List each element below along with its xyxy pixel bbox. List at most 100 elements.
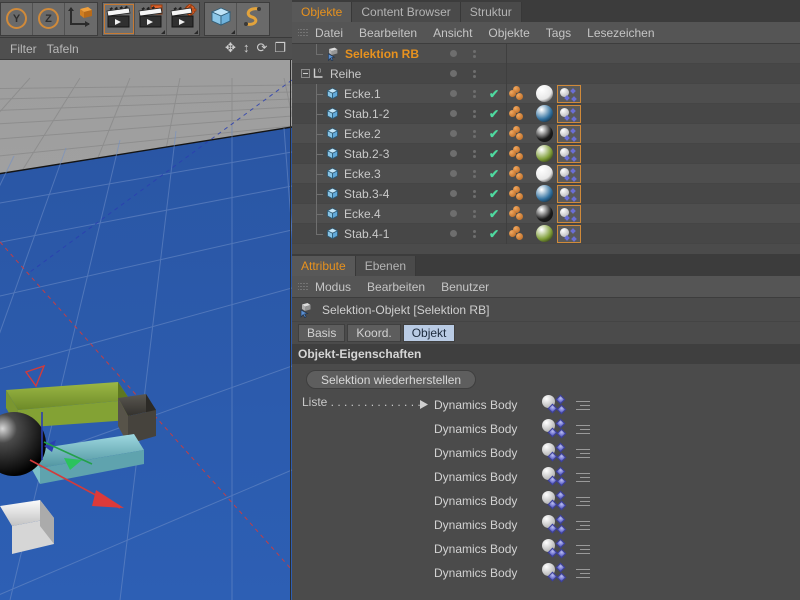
dynamics-body-list[interactable]: Dynamics Body Dynamics Body Dynamics Body D…: [434, 393, 800, 585]
subtab-basis[interactable]: Basis: [298, 324, 346, 342]
dynamics-body-tag-icon[interactable]: [557, 144, 581, 163]
dynamics-body-item-1[interactable]: Dynamics Body: [434, 393, 800, 417]
menu-bearbeiten[interactable]: Bearbeiten: [359, 26, 417, 40]
dynamics-body-tag-icon[interactable]: [557, 164, 581, 183]
tab-ebenen[interactable]: Ebenen: [355, 256, 417, 276]
menu-ansicht[interactable]: Ansicht: [433, 26, 472, 40]
object-manager-tree[interactable]: Selektion RB 0 Reihe Ecke.1 ✔ Stab.1-2 ✔ Ec…: [292, 44, 800, 250]
render-dot[interactable]: [472, 174, 476, 178]
render-dot[interactable]: [472, 209, 476, 213]
menu-modus[interactable]: Modus: [315, 280, 351, 294]
material-sphere-icon[interactable]: [535, 105, 553, 122]
menu-tags[interactable]: Tags: [546, 26, 571, 40]
dynamics-body-item-6[interactable]: Dynamics Body: [434, 513, 800, 537]
material-sphere-icon[interactable]: [535, 205, 553, 222]
material-sphere-icon[interactable]: [535, 85, 553, 102]
object-name-cell[interactable]: Selektion RB: [292, 44, 440, 64]
selected-tag-cell[interactable]: [557, 184, 581, 203]
axis-z-button[interactable]: Z: [33, 2, 65, 35]
object-name-cell[interactable]: Ecke.1: [292, 83, 440, 104]
dynamics-body-tag-icon[interactable]: [557, 224, 581, 243]
enable-check-cell[interactable]: ✔: [482, 107, 506, 121]
dynamics-tag-icon[interactable]: [509, 165, 529, 183]
object-row-stab-2-3[interactable]: Stab.2-3 ✔: [292, 143, 800, 164]
dynamics-body-tag-icon[interactable]: [542, 538, 572, 560]
enable-check-cell[interactable]: ✔: [482, 187, 506, 201]
selected-tag-cell[interactable]: [557, 124, 581, 143]
dynamics-body-tag-icon[interactable]: [557, 204, 581, 223]
material-tag-cell[interactable]: [531, 105, 557, 122]
cube-primitive-button[interactable]: [205, 2, 237, 35]
dropdown-corner-icon[interactable]: [194, 29, 198, 34]
selected-tag-cell[interactable]: [557, 84, 581, 103]
material-tag-cell[interactable]: [531, 85, 557, 102]
visibility-dot[interactable]: [449, 210, 457, 217]
render-dot[interactable]: [472, 214, 476, 218]
render-view-button[interactable]: [103, 2, 135, 35]
expand-collapse-icon[interactable]: [301, 68, 310, 78]
dynamics-body-item-8[interactable]: Dynamics Body: [434, 561, 800, 585]
visibility-dots[interactable]: [440, 190, 466, 197]
coordinate-system-button[interactable]: [65, 3, 97, 35]
object-name-cell[interactable]: Stab.2-3: [292, 143, 440, 164]
enable-check-cell[interactable]: ✔: [482, 127, 506, 141]
spline-tool-button[interactable]: [237, 3, 269, 35]
list-lines-icon[interactable]: [572, 398, 590, 412]
subtab-koord[interactable]: Koord.: [347, 324, 401, 342]
selected-tag-cell[interactable]: [557, 224, 581, 243]
material-sphere-icon[interactable]: [535, 185, 553, 202]
render-dots[interactable]: [466, 69, 482, 78]
visibility-dot[interactable]: [449, 190, 457, 197]
menu-bearbeiten-attr[interactable]: Bearbeiten: [367, 280, 425, 294]
dynamics-tag-cell[interactable]: [507, 145, 531, 163]
tab-content-browser[interactable]: Content Browser: [352, 2, 461, 22]
object-name-cell[interactable]: Stab.3-4: [292, 183, 440, 204]
enable-check-cell[interactable]: ✔: [482, 87, 506, 101]
maximize-viewport-icon[interactable]: ❐: [274, 41, 286, 55]
object-name-cell[interactable]: Stab.1-2: [292, 103, 440, 124]
object-name-cell[interactable]: Ecke.4: [292, 203, 440, 224]
object-name-cell[interactable]: Stab.4-1: [292, 223, 440, 244]
render-settings-button[interactable]: [167, 3, 199, 35]
visibility-dots[interactable]: [440, 90, 466, 97]
list-lines-icon[interactable]: [572, 518, 590, 532]
enabled-check-icon[interactable]: ✔: [489, 87, 499, 101]
render-dot[interactable]: [472, 194, 476, 198]
render-dot[interactable]: [472, 89, 476, 93]
selected-tag-cell[interactable]: [557, 204, 581, 223]
material-tag-cell[interactable]: [531, 125, 557, 142]
render-dots[interactable]: [466, 109, 482, 118]
dynamics-tag-icon[interactable]: [509, 185, 529, 203]
visibility-dot[interactable]: [449, 170, 457, 177]
selected-tag-cell[interactable]: [557, 164, 581, 183]
render-dots[interactable]: [466, 89, 482, 98]
visibility-dots[interactable]: [440, 170, 466, 177]
enabled-check-icon[interactable]: ✔: [489, 147, 499, 161]
visibility-dot[interactable]: [449, 50, 457, 57]
dynamics-body-item-5[interactable]: Dynamics Body: [434, 489, 800, 513]
menu-lesezeichen[interactable]: Lesezeichen: [587, 26, 654, 40]
dynamics-body-tag-icon[interactable]: [542, 490, 572, 512]
menu-grip[interactable]: [298, 27, 309, 38]
visibility-dots[interactable]: [440, 210, 466, 217]
render-dot[interactable]: [472, 69, 476, 73]
visibility-dots[interactable]: [440, 130, 466, 137]
dynamics-body-item-3[interactable]: Dynamics Body: [434, 441, 800, 465]
viewport-menu-tafeln[interactable]: Tafeln: [47, 42, 79, 56]
material-sphere-icon[interactable]: [535, 145, 553, 162]
material-tag-cell[interactable]: [531, 205, 557, 222]
visibility-dot[interactable]: [449, 150, 457, 157]
menu-objekte[interactable]: Objekte: [488, 26, 529, 40]
zoom-camera-icon[interactable]: ↕: [243, 41, 250, 55]
list-lines-icon[interactable]: [572, 542, 590, 556]
render-dots[interactable]: [466, 169, 482, 178]
selected-tag-cell[interactable]: [557, 104, 581, 123]
dynamics-body-item-4[interactable]: Dynamics Body: [434, 465, 800, 489]
dynamics-tag-icon[interactable]: [509, 205, 529, 223]
object-name-cell[interactable]: 0 Reihe: [292, 64, 440, 84]
object-row-stab-4-1[interactable]: Stab.4-1 ✔: [292, 223, 800, 244]
object-name-cell[interactable]: Ecke.2: [292, 123, 440, 144]
render-dot[interactable]: [472, 109, 476, 113]
dynamics-body-tag-icon[interactable]: [557, 124, 581, 143]
render-dot[interactable]: [472, 169, 476, 173]
